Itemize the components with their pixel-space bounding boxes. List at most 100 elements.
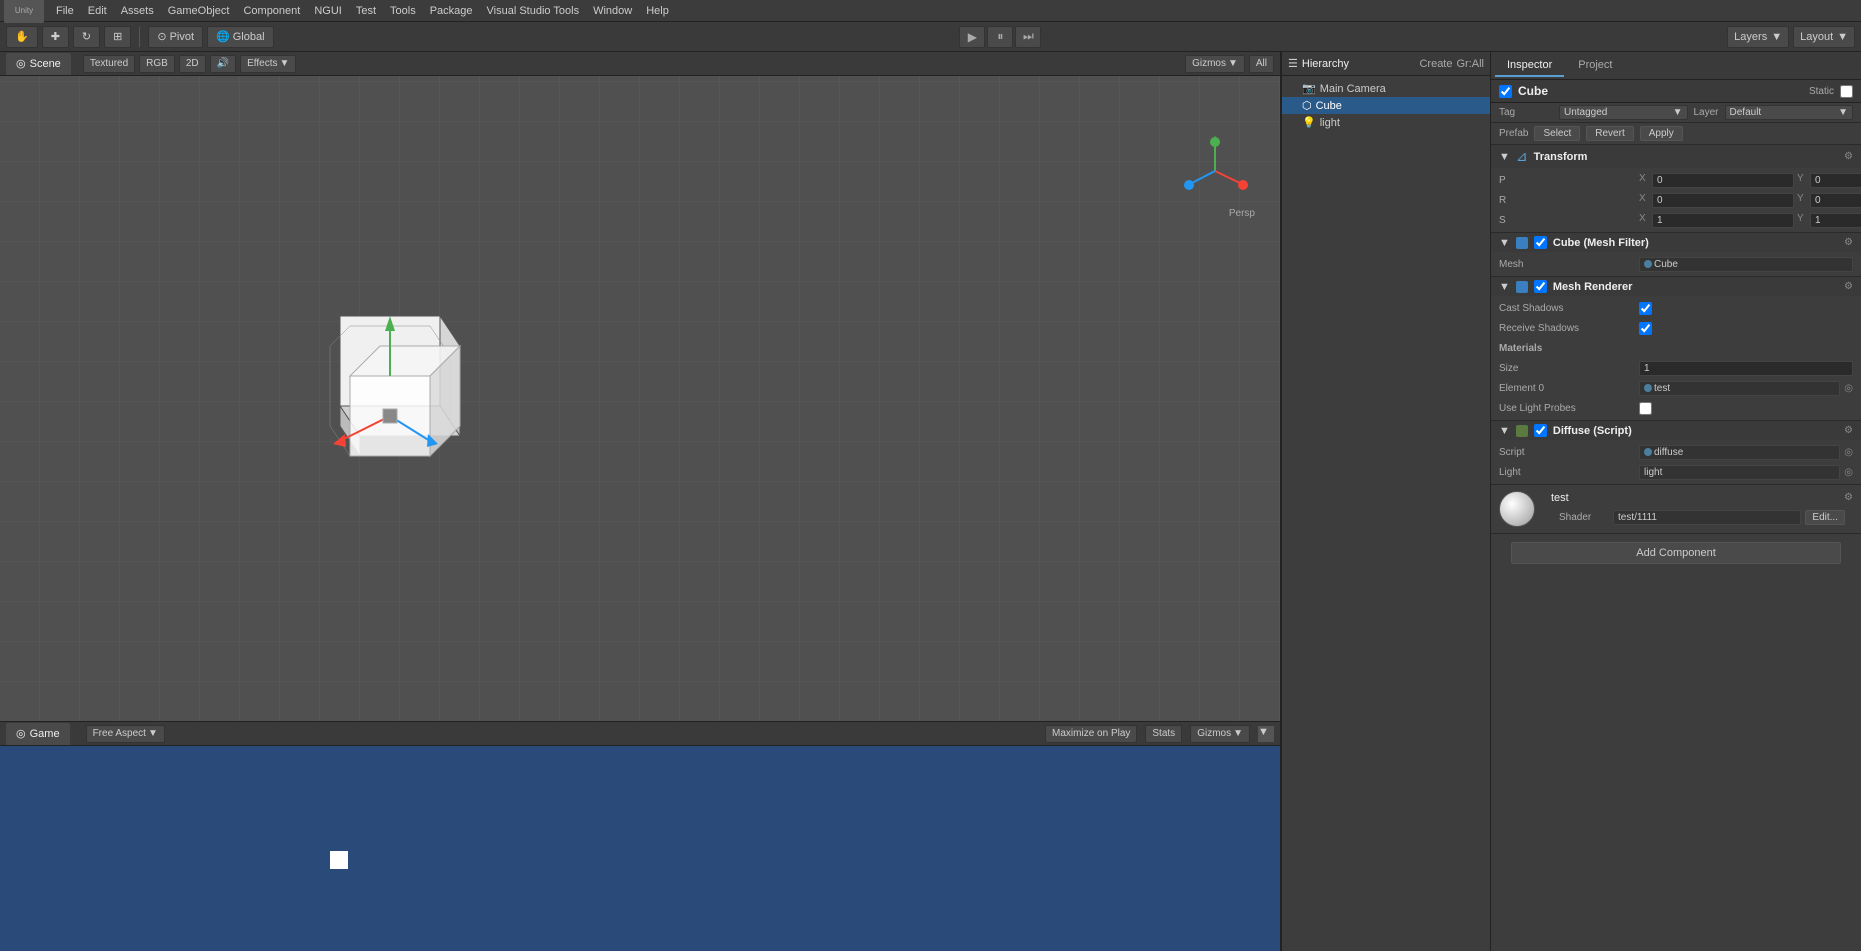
mesh-filter-settings-icon[interactable]: ⚙ bbox=[1844, 237, 1853, 248]
mesh-renderer-enabled[interactable] bbox=[1534, 280, 1547, 293]
menu-component[interactable]: Component bbox=[237, 3, 306, 19]
diffuse-script-header[interactable]: ▼ Diffuse (Script) ⚙ bbox=[1491, 421, 1861, 440]
tab-scene[interactable]: ◎ Scene bbox=[6, 53, 71, 75]
add-component-btn[interactable]: Add Component bbox=[1511, 542, 1841, 564]
textured-btn[interactable]: Textured bbox=[83, 55, 135, 73]
settings-icon[interactable]: ⚙ bbox=[1844, 151, 1853, 162]
unity-logo: Unity bbox=[4, 0, 44, 23]
receive-shadows-row: Receive Shadows bbox=[1491, 318, 1861, 338]
tag-dropdown[interactable]: Untagged ▼ bbox=[1559, 105, 1688, 120]
apply-btn[interactable]: Apply bbox=[1640, 126, 1683, 141]
select-btn[interactable]: Select bbox=[1534, 126, 1580, 141]
menu-ngui[interactable]: NGUI bbox=[308, 3, 348, 19]
free-aspect-btn[interactable]: Free Aspect ▼ bbox=[86, 725, 165, 743]
hand-tool-btn[interactable]: ✋ bbox=[6, 26, 38, 48]
layers-dropdown[interactable]: Layers ▼ bbox=[1727, 26, 1789, 48]
rot-x-field[interactable] bbox=[1652, 193, 1794, 208]
menu-file[interactable]: File bbox=[50, 3, 80, 19]
gizmos-btn[interactable]: Gizmos ▼ bbox=[1185, 55, 1245, 73]
element0-value[interactable]: test bbox=[1639, 381, 1840, 396]
pause-btn[interactable]: ⏸ bbox=[987, 26, 1013, 48]
rotate-tool-btn[interactable]: ↻ bbox=[73, 26, 100, 48]
collapse-btn[interactable]: ▼ bbox=[1258, 726, 1274, 742]
free-aspect-chevron: ▼ bbox=[148, 728, 158, 739]
diffuse-settings-icon[interactable]: ⚙ bbox=[1844, 425, 1853, 436]
use-light-probes-checkbox[interactable] bbox=[1639, 402, 1652, 415]
mesh-filter-enabled[interactable] bbox=[1534, 236, 1547, 249]
game-object-square bbox=[330, 851, 348, 869]
mesh-filter-body: Mesh Cube bbox=[1491, 252, 1861, 276]
move-tool-btn[interactable]: ✚ bbox=[42, 26, 69, 48]
script-select-icon[interactable]: ◎ bbox=[1844, 447, 1853, 458]
hierarchy-item-main-camera[interactable]: 📷 Main Camera bbox=[1282, 80, 1490, 97]
hierarchy-item-light[interactable]: 💡 light bbox=[1282, 114, 1490, 131]
mesh-filter-header[interactable]: ▼ Cube (Mesh Filter) ⚙ bbox=[1491, 233, 1861, 252]
layer-dropdown[interactable]: Default ▼ bbox=[1725, 105, 1854, 120]
mesh-renderer-header[interactable]: ▼ Mesh Renderer ⚙ bbox=[1491, 277, 1861, 296]
rot-y-field[interactable] bbox=[1810, 193, 1861, 208]
menu-package[interactable]: Package bbox=[424, 3, 479, 19]
scale-y-field[interactable] bbox=[1810, 213, 1861, 228]
menu-edit[interactable]: Edit bbox=[82, 3, 113, 19]
shader-edit-btn[interactable]: Edit... bbox=[1805, 510, 1845, 525]
element0-select-icon[interactable]: ◎ bbox=[1844, 383, 1853, 394]
tab-game[interactable]: ◎ Game bbox=[6, 723, 70, 745]
light-value[interactable]: light bbox=[1639, 465, 1840, 480]
element0-label: Element 0 bbox=[1499, 383, 1639, 394]
script-value[interactable]: diffuse bbox=[1639, 445, 1840, 460]
pos-y-field[interactable] bbox=[1810, 173, 1861, 188]
pos-x-field[interactable] bbox=[1652, 173, 1794, 188]
materials-header-row: Materials bbox=[1491, 338, 1861, 358]
pivot-btn[interactable]: ⊙ Pivot bbox=[148, 26, 203, 48]
mesh-renderer-color bbox=[1516, 281, 1528, 293]
scale-x-field[interactable] bbox=[1652, 213, 1794, 228]
menu-tools[interactable]: Tools bbox=[384, 3, 422, 19]
all-btn[interactable]: All bbox=[1249, 55, 1274, 73]
tab-project[interactable]: Project bbox=[1566, 55, 1624, 77]
object-enabled-checkbox[interactable] bbox=[1499, 85, 1512, 98]
tab-inspector[interactable]: Inspector bbox=[1495, 55, 1564, 77]
gizmo-widget[interactable]: Y X Z bbox=[1180, 136, 1250, 206]
game-tab-icon: ◎ bbox=[16, 727, 26, 740]
scale-tool-btn[interactable]: ⊞ bbox=[104, 26, 131, 48]
step-btn[interactable]: ⏭ bbox=[1015, 26, 1041, 48]
size-field[interactable] bbox=[1639, 361, 1853, 376]
game-content[interactable] bbox=[0, 746, 1280, 951]
mesh-value[interactable]: Cube bbox=[1639, 257, 1853, 272]
audio-btn[interactable]: 🔊 bbox=[210, 55, 236, 73]
2d-btn[interactable]: 2D bbox=[179, 55, 206, 73]
layout-dropdown[interactable]: Layout ▼ bbox=[1793, 26, 1855, 48]
cast-shadows-checkbox[interactable] bbox=[1639, 302, 1652, 315]
play-btn[interactable]: ▶ bbox=[959, 26, 985, 48]
menu-help[interactable]: Help bbox=[640, 3, 675, 19]
light-select-icon[interactable]: ◎ bbox=[1844, 467, 1853, 478]
menu-assets[interactable]: Assets bbox=[115, 3, 160, 19]
hierarchy-create-btn[interactable]: Create bbox=[1419, 58, 1452, 70]
menu-vs-tools[interactable]: Visual Studio Tools bbox=[481, 3, 586, 19]
effects-btn[interactable]: Effects ▼ bbox=[240, 55, 296, 73]
position-label: P bbox=[1499, 175, 1639, 186]
stats-btn[interactable]: Stats bbox=[1145, 725, 1182, 743]
revert-btn[interactable]: Revert bbox=[1586, 126, 1633, 141]
maximize-on-play-btn[interactable]: Maximize on Play bbox=[1045, 725, 1137, 743]
transform-header[interactable]: ▼ ⊿ Transform ⚙ bbox=[1491, 145, 1861, 168]
material-settings-icon[interactable]: ⚙ bbox=[1844, 492, 1853, 503]
position-xyz: X Y Z bbox=[1639, 173, 1861, 188]
menu-test[interactable]: Test bbox=[350, 3, 382, 19]
game-gizmos-btn[interactable]: Gizmos ▼ bbox=[1190, 725, 1250, 743]
menu-gameobject[interactable]: GameObject bbox=[162, 3, 236, 19]
hierarchy-item-cube[interactable]: ⬡ Cube bbox=[1282, 97, 1490, 114]
hierarchy-all-btn[interactable]: Gr:All bbox=[1457, 58, 1485, 70]
diffuse-body: Script diffuse ◎ Light light ◎ bbox=[1491, 440, 1861, 484]
diffuse-enabled[interactable] bbox=[1534, 424, 1547, 437]
rgb-btn[interactable]: RGB bbox=[139, 55, 175, 73]
mesh-row: Mesh Cube bbox=[1491, 254, 1861, 274]
global-btn[interactable]: 🌐 Global bbox=[207, 26, 274, 48]
shader-value[interactable]: test/1111 bbox=[1613, 510, 1801, 525]
menu-window[interactable]: Window bbox=[587, 3, 638, 19]
scene-content[interactable]: Y X Z Persp bbox=[0, 76, 1280, 721]
receive-shadows-checkbox[interactable] bbox=[1639, 322, 1652, 335]
mesh-renderer-settings-icon[interactable]: ⚙ bbox=[1844, 281, 1853, 292]
material-name: test bbox=[1551, 492, 1569, 504]
static-checkbox[interactable] bbox=[1840, 85, 1853, 98]
